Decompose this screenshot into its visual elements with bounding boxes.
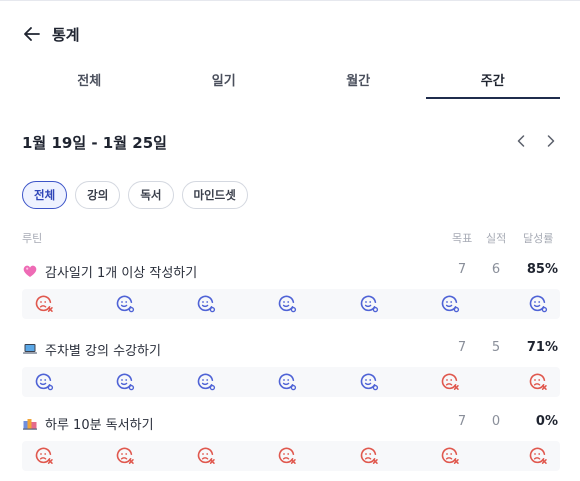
- daily-status-row: [22, 441, 560, 471]
- fail-face-icon: [35, 447, 53, 464]
- routine-actual: 0: [491, 414, 501, 429]
- tab-diary[interactable]: 일기: [157, 67, 292, 99]
- routine-rate: 85%: [526, 262, 558, 277]
- chevron-left-icon: [517, 135, 525, 147]
- routine-goal: 7: [457, 262, 467, 277]
- filter-chip-lecture[interactable]: 강의: [75, 181, 121, 209]
- success-face-icon: [529, 295, 548, 313]
- routine-row[interactable]: 감사일기 1개 이상 작성하기 7 6 85%: [22, 260, 560, 319]
- fail-face-icon: [441, 447, 459, 464]
- statistics-screen: 통계 전체 일기 월간 주간 1월 19일 - 1월 25일 전체 강의 독서 …: [0, 0, 580, 481]
- success-face-icon: [278, 373, 297, 391]
- daily-status-row: [22, 289, 560, 319]
- column-header-rate: 달성률: [523, 232, 554, 245]
- fail-face-icon: [278, 447, 296, 464]
- back-button[interactable]: [22, 24, 42, 44]
- week-range: 1월 19일 - 1월 25일: [22, 134, 167, 152]
- routine-rate: 0%: [535, 414, 558, 429]
- prev-week-button[interactable]: [514, 133, 528, 149]
- filter-chip-mindset[interactable]: 마인드셋: [181, 181, 248, 209]
- arrow-left-icon: [24, 27, 40, 41]
- fail-face-icon: [197, 447, 215, 464]
- tab-monthly[interactable]: 월간: [291, 67, 426, 99]
- success-face-icon: [360, 295, 379, 313]
- routine-name: 감사일기 1개 이상 작성하기: [45, 266, 198, 281]
- success-face-icon: [116, 373, 135, 391]
- routine-name: 주차별 강의 수강하기: [45, 344, 161, 359]
- tab-weekly[interactable]: 주간: [425, 67, 561, 99]
- category-filters: 전체 강의 독서 마인드셋: [22, 181, 248, 209]
- success-face-icon: [360, 373, 379, 391]
- routine-row[interactable]: 하루 10분 독서하기 7 0 0%: [22, 412, 560, 471]
- routine-goal: 7: [457, 340, 467, 355]
- column-header-actual: 실적: [486, 232, 507, 245]
- daily-status-row: [22, 367, 560, 397]
- period-tabs: 전체 일기 월간 주간: [22, 67, 560, 99]
- success-face-icon: [197, 373, 216, 391]
- laptop-emoji-icon: [23, 344, 37, 354]
- routine-rate: 71%: [526, 340, 558, 355]
- fail-face-icon: [116, 447, 134, 464]
- header: 통계: [22, 23, 80, 45]
- fail-face-icon: [529, 447, 547, 464]
- heart-emoji-icon: [23, 265, 37, 277]
- week-navigation: [514, 133, 558, 149]
- success-face-icon: [197, 295, 216, 313]
- success-face-icon: [278, 295, 297, 313]
- fail-face-icon: [360, 447, 378, 464]
- routine-goal: 7: [457, 414, 467, 429]
- tab-all[interactable]: 전체: [22, 67, 157, 99]
- routine-actual: 5: [491, 340, 501, 355]
- success-face-icon: [35, 373, 54, 391]
- next-week-button[interactable]: [544, 133, 558, 149]
- column-header-routine: 루틴: [22, 232, 43, 245]
- fail-face-icon: [441, 373, 459, 390]
- fail-face-icon: [35, 295, 53, 312]
- fail-face-icon: [529, 373, 547, 390]
- books-emoji-icon: [23, 419, 37, 430]
- column-header-goal: 목표: [452, 232, 473, 245]
- routine-name: 하루 10분 독서하기: [45, 418, 154, 433]
- chevron-right-icon: [547, 135, 555, 147]
- routine-row[interactable]: 주차별 강의 수강하기 7 5 71%: [22, 338, 560, 397]
- filter-chip-reading[interactable]: 독서: [128, 181, 174, 209]
- filter-chip-all[interactable]: 전체: [22, 181, 68, 209]
- success-face-icon: [441, 295, 460, 313]
- success-face-icon: [116, 295, 135, 313]
- routine-actual: 6: [491, 262, 501, 277]
- page-title: 통계: [52, 25, 80, 44]
